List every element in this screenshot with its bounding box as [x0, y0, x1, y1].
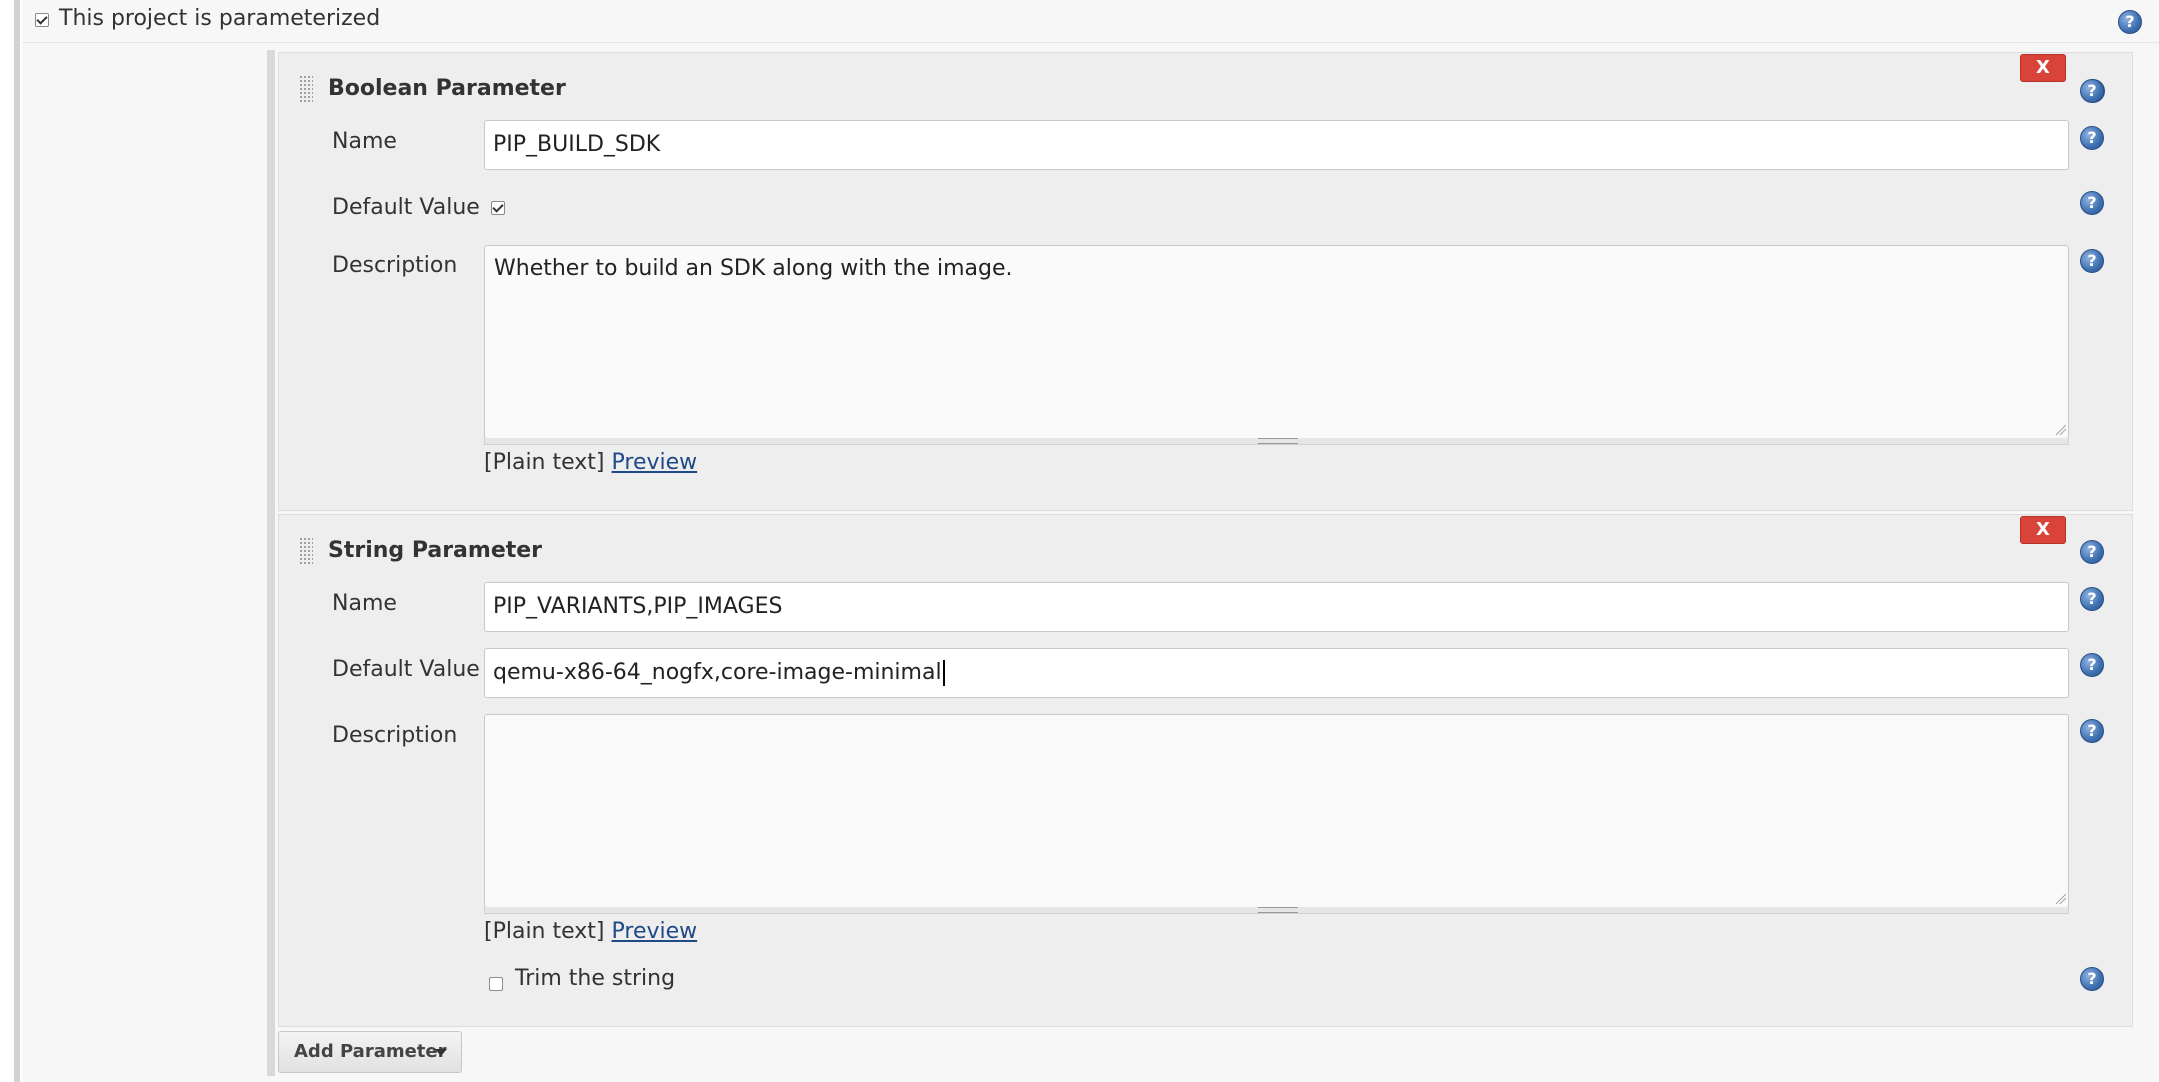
drag-handle[interactable] — [299, 75, 313, 103]
help-icon[interactable]: ? — [2080, 191, 2104, 215]
name-label: Name — [332, 591, 397, 616]
parameterized-row: This project is parameterized ? — [22, 0, 2159, 43]
plain-text-label: [Plain text] — [484, 919, 605, 944]
help-icon[interactable]: ? — [2080, 967, 2104, 991]
drag-handle[interactable] — [299, 537, 313, 565]
section-divider — [14, 0, 20, 1082]
trim-string-label: Trim the string — [515, 966, 676, 991]
add-parameter-label: Add Parameter — [294, 1041, 447, 1062]
preview-link[interactable]: Preview — [612, 919, 698, 944]
trim-string-checkbox[interactable] — [489, 977, 503, 991]
description-textarea[interactable]: Whether to build an SDK along with the i… — [484, 245, 2069, 439]
description-label: Description — [332, 723, 458, 748]
delete-parameter-button[interactable]: X — [2020, 54, 2066, 82]
help-icon[interactable]: ? — [2080, 653, 2104, 677]
delete-parameter-button[interactable]: X — [2020, 516, 2066, 544]
parameterized-label: This project is parameterized — [59, 6, 381, 31]
indent-bar — [267, 50, 275, 1076]
resize-grip-icon[interactable] — [2056, 425, 2066, 435]
parameterized-checkbox[interactable] — [35, 13, 49, 27]
textarea-resize-bar[interactable] — [484, 907, 2069, 914]
help-icon[interactable]: ? — [2080, 79, 2104, 103]
help-icon[interactable]: ? — [2080, 126, 2104, 150]
parameter-title: Boolean Parameter — [328, 76, 566, 101]
textarea-resize-bar[interactable] — [484, 438, 2069, 445]
text-cursor — [942, 660, 945, 686]
boolean-parameter-panel: Boolean Parameter X ? Name PIP_BUILD_SDK… — [278, 52, 2133, 511]
help-icon[interactable]: ? — [2080, 719, 2104, 743]
parameter-title: String Parameter — [328, 538, 543, 563]
string-parameter-panel: String Parameter X Name PIP_VARIANTS,PIP… — [278, 514, 2133, 1027]
default-value-checkbox[interactable] — [491, 201, 505, 215]
plain-text-label: [Plain text] — [484, 450, 605, 475]
help-icon[interactable]: ? — [2118, 10, 2142, 34]
description-textarea[interactable] — [484, 714, 2069, 908]
default-value-input[interactable]: qemu-x86-64_nogfx,core-image-minimal — [484, 648, 2069, 698]
default-value-text: qemu-x86-64_nogfx,core-image-minimal — [493, 660, 942, 685]
help-icon[interactable]: ? — [2080, 249, 2104, 273]
add-parameter-button[interactable]: Add Parameter — [278, 1031, 462, 1073]
preview-link[interactable]: Preview — [612, 450, 698, 475]
name-input[interactable]: PIP_BUILD_SDK — [484, 120, 2069, 170]
help-icon[interactable]: ? — [2080, 587, 2104, 611]
resize-grip-icon[interactable] — [2056, 894, 2066, 904]
markup-format: [Plain text] Preview — [484, 450, 697, 475]
description-label: Description — [332, 253, 458, 278]
default-value-label: Default Value — [332, 195, 480, 220]
markup-format: [Plain text] Preview — [484, 919, 697, 944]
resize-handle-icon[interactable] — [1258, 438, 1298, 444]
name-input[interactable]: PIP_VARIANTS,PIP_IMAGES — [484, 582, 2069, 632]
help-icon[interactable]: ? — [2080, 540, 2104, 564]
name-label: Name — [332, 129, 397, 154]
resize-handle-icon[interactable] — [1258, 907, 1298, 913]
chevron-down-icon — [435, 1049, 447, 1056]
default-value-label: Default Value — [332, 657, 480, 682]
